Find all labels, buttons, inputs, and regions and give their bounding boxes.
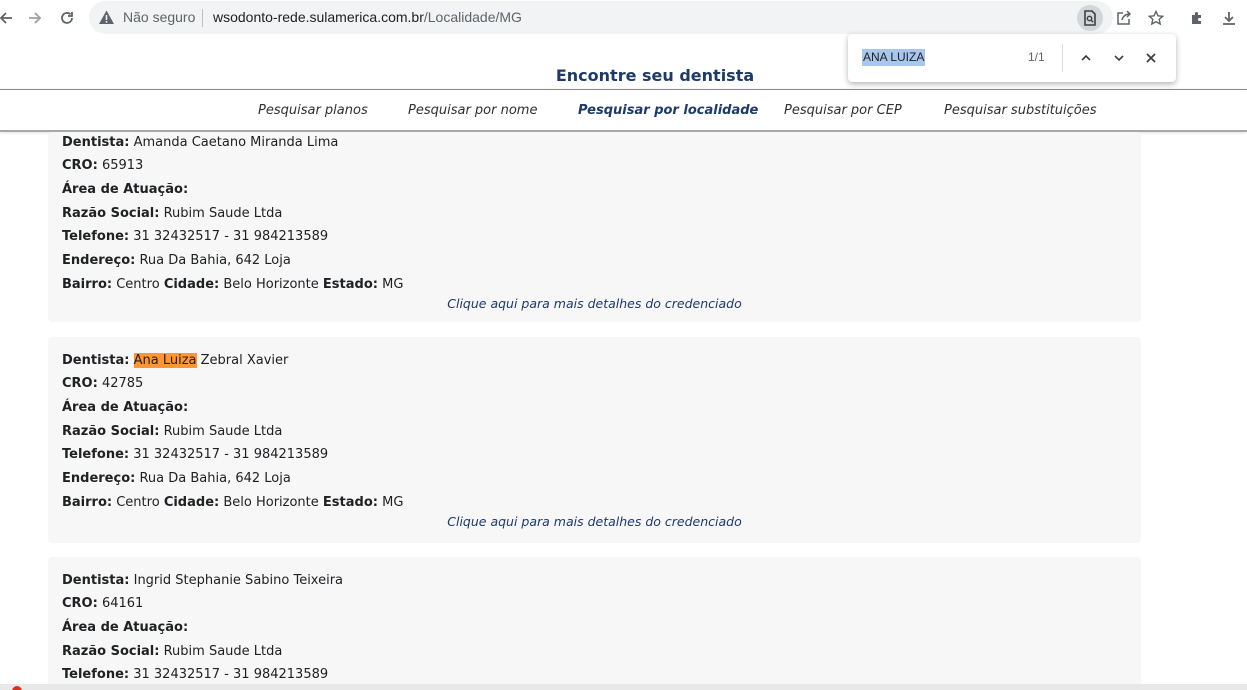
cro-label: CRO: <box>62 596 98 611</box>
dentista-name: Zebral Xavier <box>196 353 289 368</box>
cro-row: CRO: 42785 <box>62 376 143 391</box>
tab-pesquisar-por-cep[interactable]: Pesquisar por CEP <box>784 103 902 118</box>
razao-value: Rubim Saude Ltda <box>163 206 283 221</box>
browser-toolbar: Não seguro wsodonto-rede.sulamerica.com.… <box>0 0 1247 36</box>
bairro-value: Centro <box>116 495 160 510</box>
cidade-value: Belo Horizonte <box>223 495 319 510</box>
dentista-name: Amanda Caetano Miranda Lima <box>133 135 339 150</box>
telefone-label: Telefone: <box>62 667 130 682</box>
endereco-label: Endereço: <box>62 253 136 268</box>
location-row: Bairro: Centro Cidade: Belo Horizonte Es… <box>62 277 403 292</box>
cro-row: CRO: 65913 <box>62 158 143 173</box>
download-icon[interactable] <box>1216 5 1242 31</box>
share-icon[interactable] <box>1111 5 1137 31</box>
cidade-value: Belo Horizonte <box>223 277 319 292</box>
cro-value: 65913 <box>101 158 144 173</box>
star-icon[interactable] <box>1143 5 1169 31</box>
dentista-label: Dentista: <box>62 573 130 588</box>
find-bar: ANA LUIZA 1/1 <box>848 34 1176 82</box>
chevron-up-icon[interactable] <box>1074 46 1098 70</box>
dentista-label: Dentista: <box>62 135 130 150</box>
extensions-icon[interactable] <box>1184 5 1210 31</box>
estado-value: MG <box>382 495 404 510</box>
bairro-value: Centro <box>116 277 160 292</box>
endereco-value: Rua Da Bahia, 642 Loja <box>139 253 291 268</box>
dentista-row: Dentista: Amanda Caetano Miranda Lima <box>62 135 338 150</box>
cro-value: 64161 <box>101 596 144 611</box>
details-link[interactable]: Clique aqui para mais detalhes do creden… <box>48 296 1141 311</box>
estado-label: Estado: <box>322 495 378 510</box>
back-icon[interactable] <box>0 6 18 30</box>
endereco-label: Endereço: <box>62 471 136 486</box>
area-label: Área de Atuação: <box>62 182 189 197</box>
url-text[interactable]: wsodonto-rede.sulamerica.com.br/Localida… <box>213 9 522 25</box>
telefone-value: 31 32432517 - 31 984213589 <box>133 447 329 462</box>
razao-row: Razão Social: Rubim Saude Ltda <box>62 644 282 659</box>
area-row: Área de Atuação: <box>62 182 188 197</box>
razao-value: Rubim Saude Ltda <box>163 424 283 439</box>
estado-label: Estado: <box>322 277 378 292</box>
razao-label: Razão Social: <box>62 424 160 439</box>
dentista-label: Dentista: <box>62 353 130 368</box>
telefone-label: Telefone: <box>62 229 130 244</box>
area-label: Área de Atuação: <box>62 400 189 415</box>
security-label[interactable]: Não seguro <box>123 9 195 25</box>
dentist-card: Dentista: Ana Luiza Zebral Xavier CRO: 4… <box>48 337 1141 543</box>
search-nav: Pesquisar planos Pesquisar por nome Pesq… <box>0 89 1247 132</box>
dentist-card: Dentista: Amanda Caetano Miranda Lima CR… <box>48 132 1141 322</box>
cro-row: CRO: 64161 <box>62 596 143 611</box>
estado-value: MG <box>382 277 404 292</box>
chevron-down-icon[interactable] <box>1107 46 1131 70</box>
endereco-row: Endereço: Rua Da Bahia, 642 Loja <box>62 253 291 268</box>
tab-pesquisar-substituicoes[interactable]: Pesquisar substituições <box>944 103 1097 118</box>
dentist-card: Dentista: Ingrid Stephanie Sabino Teixei… <box>48 557 1141 690</box>
forward-icon[interactable] <box>23 6 47 30</box>
telefone-row: Telefone: 31 32432517 - 31 984213589 <box>62 229 328 244</box>
telefone-label: Telefone: <box>62 447 130 462</box>
url-host: wsodonto-rede.sulamerica.com.br <box>213 9 424 25</box>
omnibox-divider <box>202 9 203 27</box>
find-divider <box>1062 44 1063 72</box>
endereco-value: Rua Da Bahia, 642 Loja <box>139 471 291 486</box>
area-label: Área de Atuação: <box>62 620 189 635</box>
razao-label: Razão Social: <box>62 644 160 659</box>
status-strip <box>0 684 1247 690</box>
endereco-row: Endereço: Rua Da Bahia, 642 Loja <box>62 471 291 486</box>
status-dot-icon <box>12 686 22 690</box>
razao-row: Razão Social: Rubim Saude Ltda <box>62 424 282 439</box>
telefone-value: 31 32432517 - 31 984213589 <box>133 667 329 682</box>
bairro-label: Bairro: <box>62 495 113 510</box>
cro-label: CRO: <box>62 158 98 173</box>
telefone-value: 31 32432517 - 31 984213589 <box>133 229 329 244</box>
reload-icon[interactable] <box>55 6 79 30</box>
dentista-row: Dentista: Ingrid Stephanie Sabino Teixei… <box>62 573 343 588</box>
cidade-label: Cidade: <box>163 495 220 510</box>
dentista-name: Ingrid Stephanie Sabino Teixeira <box>133 573 344 588</box>
razao-row: Razão Social: Rubim Saude Ltda <box>62 206 282 221</box>
close-icon[interactable] <box>1139 46 1163 70</box>
razao-value: Rubim Saude Ltda <box>163 644 283 659</box>
location-row: Bairro: Centro Cidade: Belo Horizonte Es… <box>62 495 403 510</box>
find-highlight: Ana Luiza <box>133 353 197 368</box>
url-path: /Localidade/MG <box>423 9 522 25</box>
bairro-label: Bairro: <box>62 277 113 292</box>
cro-label: CRO: <box>62 376 98 391</box>
tab-pesquisar-por-nome[interactable]: Pesquisar por nome <box>408 103 537 118</box>
dentista-row: Dentista: Ana Luiza Zebral Xavier <box>62 353 288 368</box>
area-row: Área de Atuação: <box>62 400 188 415</box>
find-input[interactable]: ANA LUIZA <box>862 49 926 66</box>
find-match-count: 1/1 <box>1028 50 1045 64</box>
telefone-row: Telefone: 31 32432517 - 31 984213589 <box>62 447 328 462</box>
warning-icon[interactable] <box>98 9 115 26</box>
razao-label: Razão Social: <box>62 206 160 221</box>
find-in-page-icon[interactable] <box>1077 5 1103 31</box>
tab-pesquisar-planos[interactable]: Pesquisar planos <box>258 103 368 118</box>
telefone-row: Telefone: 31 32432517 - 31 984213589 <box>62 667 328 682</box>
cro-value: 42785 <box>101 376 144 391</box>
cidade-label: Cidade: <box>163 277 220 292</box>
area-row: Área de Atuação: <box>62 620 188 635</box>
details-link[interactable]: Clique aqui para mais detalhes do creden… <box>48 514 1141 529</box>
tab-pesquisar-por-localidade[interactable]: Pesquisar por localidade <box>578 103 758 118</box>
address-bar[interactable]: Não seguro wsodonto-rede.sulamerica.com.… <box>89 1 1164 34</box>
